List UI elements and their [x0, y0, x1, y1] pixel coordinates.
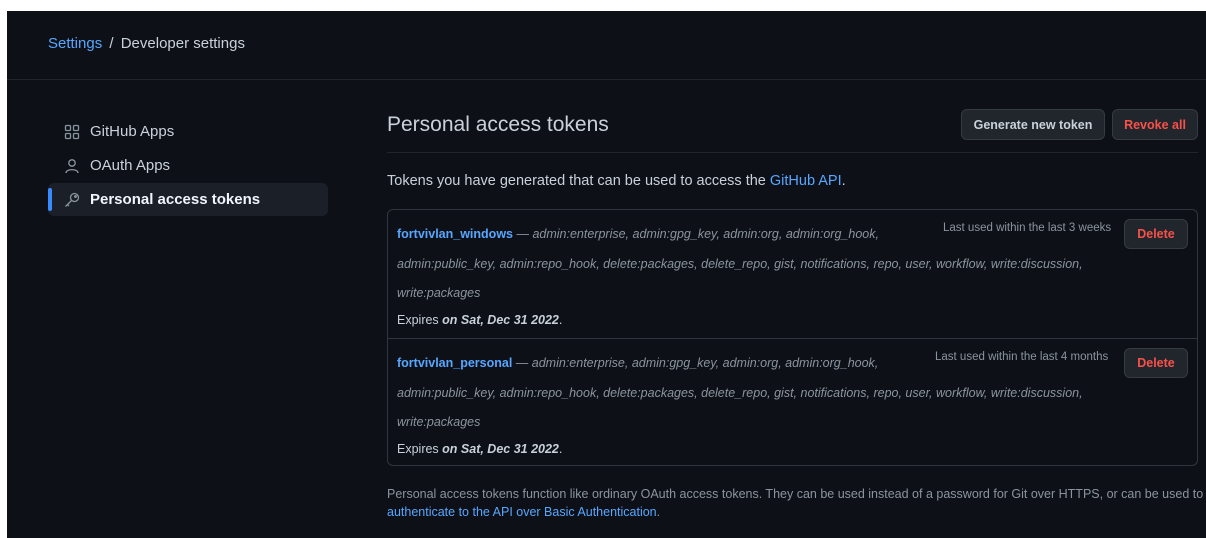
token-scopes-2: admin:public_key, admin:repo_hook, delet…: [397, 385, 1083, 400]
sidebar: GitHub Apps OAuth Apps Personal access t…: [48, 115, 328, 217]
sidebar-item-oauth-apps[interactable]: OAuth Apps: [48, 149, 328, 182]
token-last-used: Last used within the last 3 weeks: [943, 222, 1112, 234]
token-item: fortvivlan_windows — admin:enterprise, a…: [388, 210, 1197, 338]
breadcrumb-separator: /: [109, 35, 114, 52]
basic-auth-link[interactable]: authenticate to the API over Basic Authe…: [387, 505, 657, 519]
token-expiry-date: on Sat, Dec 31 2022: [442, 312, 559, 327]
intro-text-body: Tokens you have generated that can be us…: [387, 173, 770, 189]
page-frame: Settings / Developer settings GitHub App…: [7, 11, 1206, 538]
token-expiry: Expires on Sat, Dec 31 2022.: [397, 309, 1188, 331]
breadcrumb-settings-link[interactable]: Settings: [48, 35, 102, 52]
token-list: fortvivlan_windows — admin:enterprise, a…: [387, 209, 1198, 466]
top-bar: Settings / Developer settings: [7, 11, 1206, 80]
token-item: fortvivlan_personal — admin:enterprise, …: [388, 338, 1197, 466]
revoke-all-button[interactable]: Revoke all: [1112, 109, 1198, 140]
intro-text-end: .: [841, 173, 846, 189]
main-content: Personal access tokens Generate new toke…: [387, 109, 1203, 519]
delete-token-button[interactable]: Delete: [1124, 219, 1188, 249]
token-scopes-3: write:packages: [397, 286, 481, 300]
footer-note: Personal access tokens function like ord…: [387, 485, 1206, 521]
token-name-link[interactable]: fortvivlan_personal: [397, 356, 512, 370]
token-scopes-2: admin:public_key, admin:repo_hook, delet…: [397, 256, 1083, 271]
section-header: Personal access tokens Generate new toke…: [387, 109, 1198, 153]
token-scopes-1: admin:enterprise, admin:gpg_key, admin:o…: [531, 356, 879, 370]
token-expiry-date: on Sat, Dec 31 2022: [442, 441, 559, 456]
token-expiry-end: .: [558, 312, 563, 327]
footer-note-end: .: [656, 505, 661, 519]
token-name-link[interactable]: fortvivlan_windows: [397, 227, 513, 241]
footer-note-body: Personal access tokens function like ord…: [387, 487, 1204, 501]
sidebar-item-personal-access-tokens[interactable]: Personal access tokens: [48, 183, 328, 216]
token-expiry-prefix: Expires: [397, 441, 443, 456]
intro-text: Tokens you have generated that can be us…: [387, 173, 846, 189]
person-icon: [64, 158, 80, 174]
sidebar-item-label: GitHub Apps: [90, 123, 175, 140]
key-icon: [64, 192, 80, 208]
breadcrumb: Settings / Developer settings: [48, 35, 245, 52]
token-scopes-1: admin:enterprise, admin:gpg_key, admin:o…: [532, 227, 879, 241]
token-expiry-prefix: Expires: [397, 312, 443, 327]
token-dash: —: [513, 227, 533, 241]
sidebar-item-label: OAuth Apps: [90, 157, 171, 174]
token-scopes-3: write:packages: [397, 415, 481, 429]
generate-new-token-button[interactable]: Generate new token: [961, 109, 1105, 140]
delete-token-button[interactable]: Delete: [1124, 348, 1188, 378]
token-expiry-end: .: [558, 441, 563, 456]
token-expiry: Expires on Sat, Dec 31 2022.: [397, 438, 1188, 460]
github-api-link[interactable]: GitHub API: [770, 173, 842, 189]
breadcrumb-current: Developer settings: [120, 35, 245, 52]
page-title: Personal access tokens: [387, 113, 609, 136]
apps-grid-icon: [64, 124, 80, 140]
sidebar-item-label: Personal access tokens: [90, 191, 261, 208]
token-last-used: Last used within the last 4 months: [935, 351, 1109, 363]
sidebar-item-github-apps[interactable]: GitHub Apps: [48, 115, 328, 148]
token-dash: —: [512, 356, 532, 370]
